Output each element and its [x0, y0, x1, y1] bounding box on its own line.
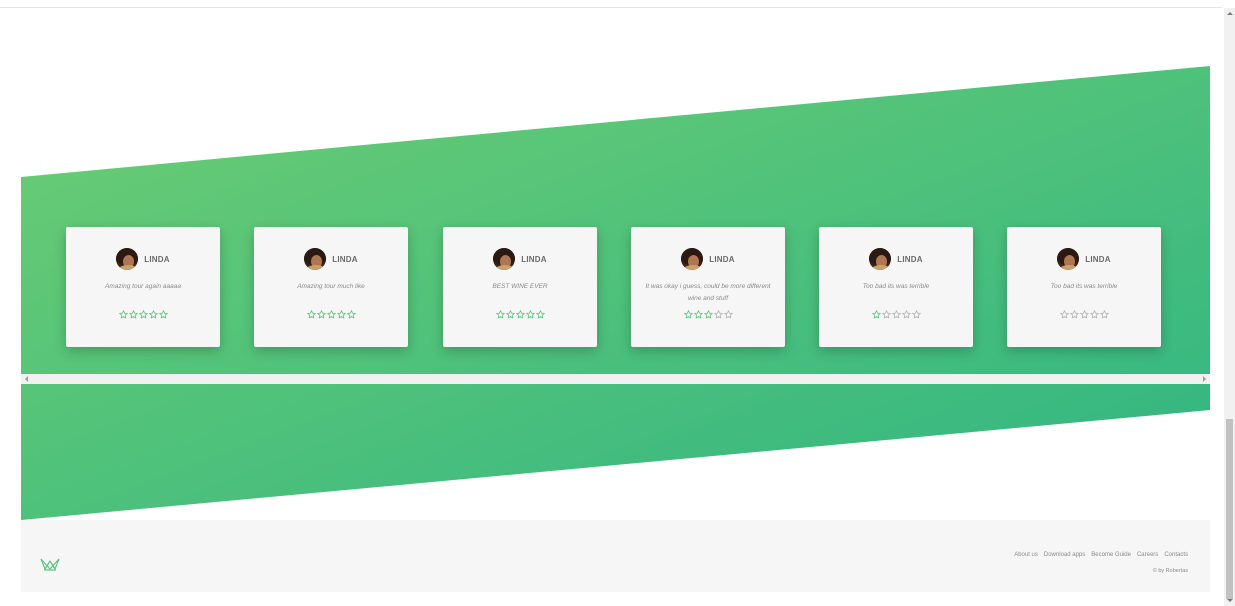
- star-filled-icon: [306, 310, 316, 319]
- star-filled-icon: [495, 310, 505, 319]
- star-empty-icon: [723, 310, 733, 319]
- star-empty-icon: [1089, 310, 1099, 319]
- review-comment: It was okay i guess, could be more diffe…: [645, 283, 771, 302]
- reviews-carousel[interactable]: LINDA Amazing tour again aaaaa LINDA Amazin…: [21, 214, 1210, 384]
- horizontal-scrollbar[interactable]: [21, 374, 1210, 384]
- page: LINDA Amazing tour again aaaaa LINDA Amazin…: [0, 0, 1235, 606]
- star-filled-icon: [871, 310, 881, 319]
- scroll-up-icon[interactable]: [1227, 12, 1233, 15]
- review-header: LINDA: [645, 247, 771, 271]
- star-empty-icon: [911, 310, 921, 319]
- star-filled-icon: [128, 310, 138, 319]
- star-filled-icon: [525, 310, 535, 319]
- avatar: [116, 248, 139, 270]
- review-comment: Too bad its was terrible: [1050, 283, 1118, 290]
- star-empty-icon: [1059, 310, 1069, 319]
- footer-links: About us Download apps Become Guide Care…: [1014, 552, 1188, 558]
- reviewer-name: LINDA: [897, 254, 923, 264]
- star-empty-icon: [901, 310, 911, 319]
- avatar: [869, 248, 892, 270]
- footer-link-download-apps[interactable]: Download apps: [1044, 552, 1085, 558]
- review-header: LINDA: [457, 247, 583, 271]
- vertical-scrollbar[interactable]: [1224, 8, 1235, 606]
- star-empty-icon: [1069, 310, 1079, 319]
- review-card: LINDA It was okay i guess, could be more …: [631, 227, 785, 347]
- star-filled-icon: [703, 310, 713, 319]
- star-rating: [833, 310, 959, 319]
- reviewer-name: LINDA: [709, 254, 735, 264]
- scrollbar-thumb[interactable]: [1226, 419, 1233, 599]
- star-filled-icon: [326, 310, 336, 319]
- review-card: LINDA Too bad its was terrible: [819, 227, 973, 347]
- review-header: LINDA: [1021, 247, 1147, 271]
- star-filled-icon: [158, 310, 168, 319]
- avatar: [1057, 248, 1080, 270]
- star-filled-icon: [346, 310, 356, 319]
- avatar: [681, 248, 704, 270]
- star-filled-icon: [505, 310, 515, 319]
- star-filled-icon: [693, 310, 703, 319]
- avatar: [493, 248, 516, 270]
- reviewer-name: LINDA: [1085, 254, 1111, 264]
- review-comment: Too bad its was terrible: [862, 283, 930, 290]
- review-card: LINDA Amazing tour again aaaaa: [66, 227, 220, 347]
- star-rating: [80, 310, 206, 319]
- scroll-down-icon[interactable]: [1227, 599, 1233, 602]
- scroll-left-icon[interactable]: [25, 376, 28, 382]
- copyright-text: © by Robertas: [1152, 568, 1188, 574]
- review-comment: Amazing tour again aaaaa: [105, 283, 181, 290]
- star-empty-icon: [891, 310, 901, 319]
- review-card: LINDA Too bad its was terrible: [1007, 227, 1161, 347]
- review-header: LINDA: [833, 247, 959, 271]
- footer: About us Download apps Become Guide Care…: [21, 520, 1210, 592]
- review-header: LINDA: [268, 247, 394, 271]
- reviewer-name: LINDA: [332, 254, 358, 264]
- reviewer-name: LINDA: [144, 254, 170, 264]
- review-card: LINDA BEST WINE EVER: [443, 227, 597, 347]
- star-rating: [1021, 310, 1147, 319]
- footer-link-become-guide[interactable]: Become Guide: [1091, 552, 1131, 558]
- star-filled-icon: [138, 310, 148, 319]
- star-filled-icon: [118, 310, 128, 319]
- footer-link-about[interactable]: About us: [1014, 552, 1038, 558]
- scroll-right-icon[interactable]: [1203, 376, 1206, 382]
- star-rating: [457, 310, 583, 319]
- star-filled-icon: [336, 310, 346, 319]
- star-empty-icon: [713, 310, 723, 319]
- review-header: LINDA: [80, 247, 206, 271]
- star-filled-icon: [148, 310, 158, 319]
- star-filled-icon: [683, 310, 693, 319]
- footer-link-careers[interactable]: Careers: [1137, 552, 1158, 558]
- star-filled-icon: [515, 310, 525, 319]
- crown-logo-icon[interactable]: [40, 556, 60, 572]
- star-empty-icon: [881, 310, 891, 319]
- review-comment: BEST WINE EVER: [492, 283, 548, 290]
- footer-link-contacts[interactable]: Contacts: [1164, 552, 1188, 558]
- star-empty-icon: [1079, 310, 1089, 319]
- review-comment: Amazing tour much like: [297, 283, 365, 290]
- review-card: LINDA Amazing tour much like: [254, 227, 408, 347]
- avatar: [304, 248, 327, 270]
- star-rating: [645, 310, 771, 319]
- star-filled-icon: [535, 310, 545, 319]
- star-rating: [268, 310, 394, 319]
- reviewer-name: LINDA: [521, 254, 547, 264]
- star-filled-icon: [316, 310, 326, 319]
- star-empty-icon: [1099, 310, 1109, 319]
